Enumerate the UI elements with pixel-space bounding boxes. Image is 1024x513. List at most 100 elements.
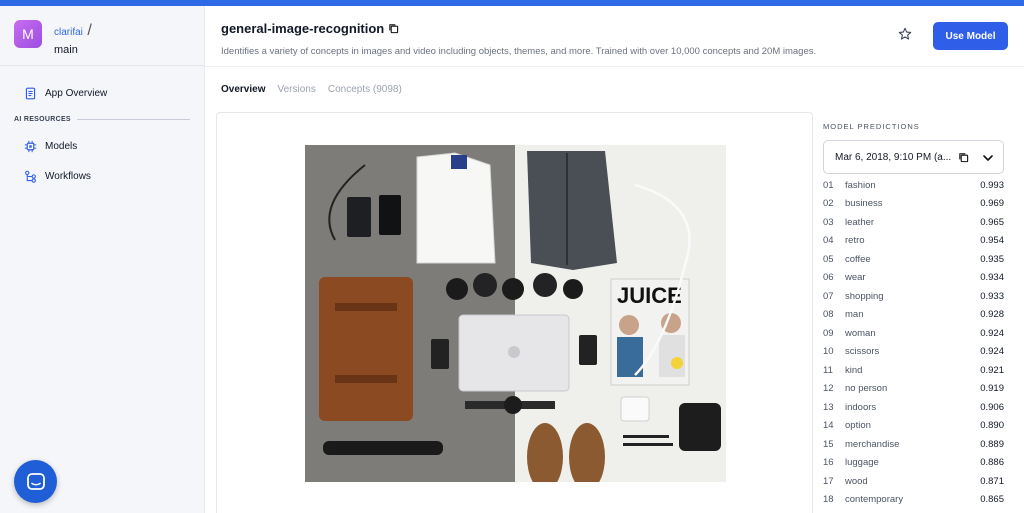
prediction-score: 0.965 — [980, 216, 1004, 228]
prediction-score: 0.871 — [980, 475, 1004, 487]
prediction-concept: option — [845, 420, 871, 432]
prediction-concept: retro — [845, 235, 865, 247]
flatlay-photo: JUICE — [305, 145, 726, 482]
prediction-concept: contemporary — [845, 494, 904, 506]
workflow-icon — [25, 170, 36, 183]
prediction-score: 0.933 — [980, 290, 1004, 302]
prediction-concept: merchandise — [845, 438, 900, 450]
prediction-score: 0.886 — [980, 457, 1004, 469]
org-link[interactable]: clarifai — [54, 27, 83, 38]
prediction-concept: business — [845, 198, 883, 210]
prediction-score: 0.890 — [980, 420, 1004, 432]
prediction-row: 18 contemporary 0.865 — [823, 491, 1004, 510]
prediction-row: 16 luggage 0.886 — [823, 454, 1004, 473]
prediction-row: 04 retro 0.954 — [823, 232, 1004, 251]
title-row: general-image-recognition — [221, 21, 399, 36]
sidebar-item-models[interactable]: Models — [0, 131, 204, 161]
prediction-row: 06 wear 0.934 — [823, 269, 1004, 288]
copy-icon[interactable] — [958, 152, 969, 163]
predictions-list: 01 fashion 0.993 02 business 0.969 03 leather 0.… — [823, 176, 1004, 509]
app-name: main — [54, 44, 78, 56]
tab-versions[interactable]: Versions — [277, 84, 315, 95]
chevron-down-icon — [983, 155, 993, 161]
app-avatar[interactable]: M — [14, 20, 42, 48]
prediction-row: 08 man 0.928 — [823, 306, 1004, 325]
prediction-concept: no person — [845, 383, 888, 395]
prediction-rank: 02 — [823, 198, 834, 210]
prediction-rank: 15 — [823, 438, 834, 450]
prediction-row: 01 fashion 0.993 — [823, 176, 1004, 195]
chat-launcher-button[interactable] — [14, 460, 57, 503]
model-description: Identifies a variety of concepts in imag… — [221, 46, 817, 57]
prediction-rank: 10 — [823, 346, 834, 358]
section-divider — [76, 119, 190, 120]
prediction-score: 0.889 — [980, 438, 1004, 450]
prediction-rank: 06 — [823, 272, 834, 284]
prediction-rank: 05 — [823, 253, 834, 265]
prediction-rank: 07 — [823, 290, 834, 302]
prediction-rank: 04 — [823, 235, 834, 247]
breadcrumb-separator: / — [87, 22, 92, 39]
chat-icon — [26, 472, 45, 490]
sidebar: M clarifai / main App Overview AI RESOUR… — [0, 6, 205, 513]
prediction-concept: fashion — [845, 179, 876, 191]
prediction-row: 11 kind 0.921 — [823, 361, 1004, 380]
prediction-score: 0.924 — [980, 327, 1004, 339]
org-breadcrumb: clarifai / — [54, 22, 92, 40]
prediction-row: 12 no person 0.919 — [823, 380, 1004, 399]
prediction-concept: indoors — [845, 401, 877, 413]
sample-image[interactable]: JUICE — [305, 145, 726, 482]
prediction-row: 14 option 0.890 — [823, 417, 1004, 436]
prediction-rank: 03 — [823, 216, 834, 228]
app-meta: clarifai / main — [54, 22, 92, 56]
prediction-concept: scissors — [845, 346, 880, 358]
prediction-row: 02 business 0.969 — [823, 195, 1004, 214]
prediction-concept: luggage — [845, 457, 879, 469]
prediction-concept: leather — [845, 216, 875, 228]
prediction-concept: coffee — [845, 253, 871, 265]
sidebar-item-workflows[interactable]: Workflows — [0, 161, 204, 191]
prediction-row: 17 wood 0.871 — [823, 472, 1004, 491]
prediction-rank: 11 — [823, 364, 833, 376]
star-icon[interactable] — [898, 27, 912, 41]
magazine-title-text: JUICE — [617, 283, 682, 308]
prediction-score: 0.935 — [980, 253, 1004, 265]
version-select-value: Mar 6, 2018, 9:10 PM (a... — [835, 151, 952, 163]
copy-icon[interactable] — [388, 23, 399, 34]
prediction-score: 0.954 — [980, 235, 1004, 247]
prediction-concept: kind — [845, 364, 863, 376]
prediction-concept: wear — [845, 272, 866, 284]
tab-overview[interactable]: Overview — [221, 84, 265, 95]
model-predictions-panel: MODEL PREDICTIONS Mar 6, 2018, 9:10 PM (… — [813, 112, 1024, 513]
prediction-row: 13 indoors 0.906 — [823, 398, 1004, 417]
use-model-button[interactable]: Use Model — [933, 22, 1008, 50]
sidebar-item-app-overview[interactable]: App Overview — [0, 78, 204, 108]
prediction-rank: 13 — [823, 401, 834, 413]
app-header: M clarifai / main — [0, 6, 204, 66]
prediction-rank: 08 — [823, 309, 834, 321]
tab-concepts[interactable]: Concepts (9098) — [328, 84, 402, 95]
prediction-rank: 18 — [823, 494, 834, 506]
prediction-row: 09 woman 0.924 — [823, 324, 1004, 343]
prediction-row: 10 scissors 0.924 — [823, 343, 1004, 362]
prediction-row: 15 merchandise 0.889 — [823, 435, 1004, 454]
prediction-score: 0.993 — [980, 179, 1004, 191]
prediction-rank: 01 — [823, 179, 834, 191]
version-select[interactable]: Mar 6, 2018, 9:10 PM (a... — [823, 140, 1004, 174]
prediction-score: 0.919 — [980, 383, 1004, 395]
prediction-rank: 14 — [823, 420, 834, 432]
prediction-score: 0.928 — [980, 309, 1004, 321]
prediction-concept: wood — [845, 475, 868, 487]
prediction-rank: 17 — [823, 475, 834, 487]
prediction-score: 0.921 — [980, 364, 1004, 376]
sidebar-item-label: App Overview — [45, 87, 108, 99]
image-preview-panel: JUICE — [216, 112, 813, 513]
prediction-concept: man — [845, 309, 864, 321]
prediction-concept: woman — [845, 327, 876, 339]
document-icon — [25, 87, 36, 99]
prediction-score: 0.906 — [980, 401, 1004, 413]
prediction-concept: shopping — [845, 290, 884, 302]
sidebar-item-label: Workflows — [45, 170, 91, 182]
prediction-row: 03 leather 0.965 — [823, 213, 1004, 232]
prediction-score: 0.865 — [980, 494, 1004, 506]
